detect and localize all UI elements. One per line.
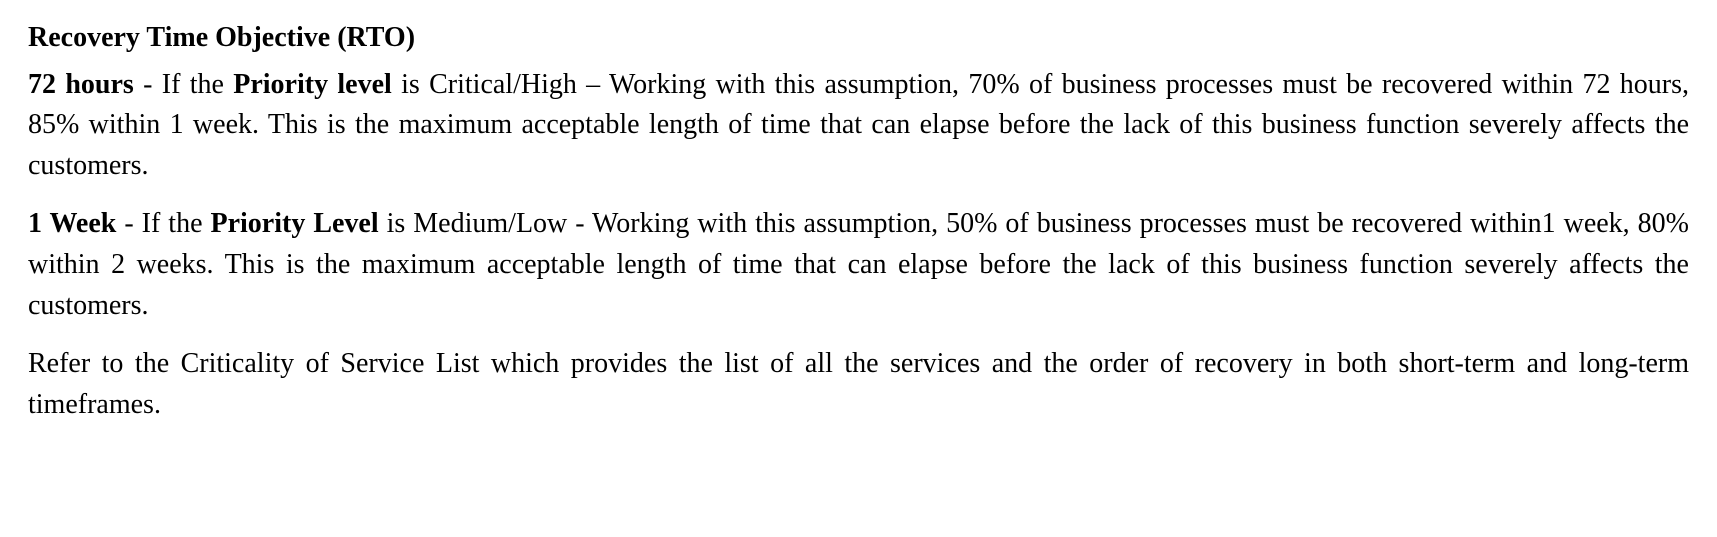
refer-text: Refer to the Criticality of Service List… — [28, 348, 1689, 420]
text-before-1: - If the — [134, 69, 233, 100]
inline-bold-2: Priority Level — [211, 208, 379, 239]
paragraph-72hours: 72 hours - If the Priority level is Crit… — [28, 65, 1689, 187]
section-title: Recovery Time Objective (RTO) — [28, 18, 1689, 59]
paragraph-refer: Refer to the Criticality of Service List… — [28, 344, 1689, 425]
paragraph-1week: 1 Week - If the Priority Level is Medium… — [28, 204, 1689, 326]
label-1week: 1 Week — [28, 208, 116, 239]
label-72hours: 72 hours — [28, 69, 134, 100]
inline-bold-1: Priority level — [233, 69, 392, 100]
text-before-2: - If the — [116, 208, 210, 239]
